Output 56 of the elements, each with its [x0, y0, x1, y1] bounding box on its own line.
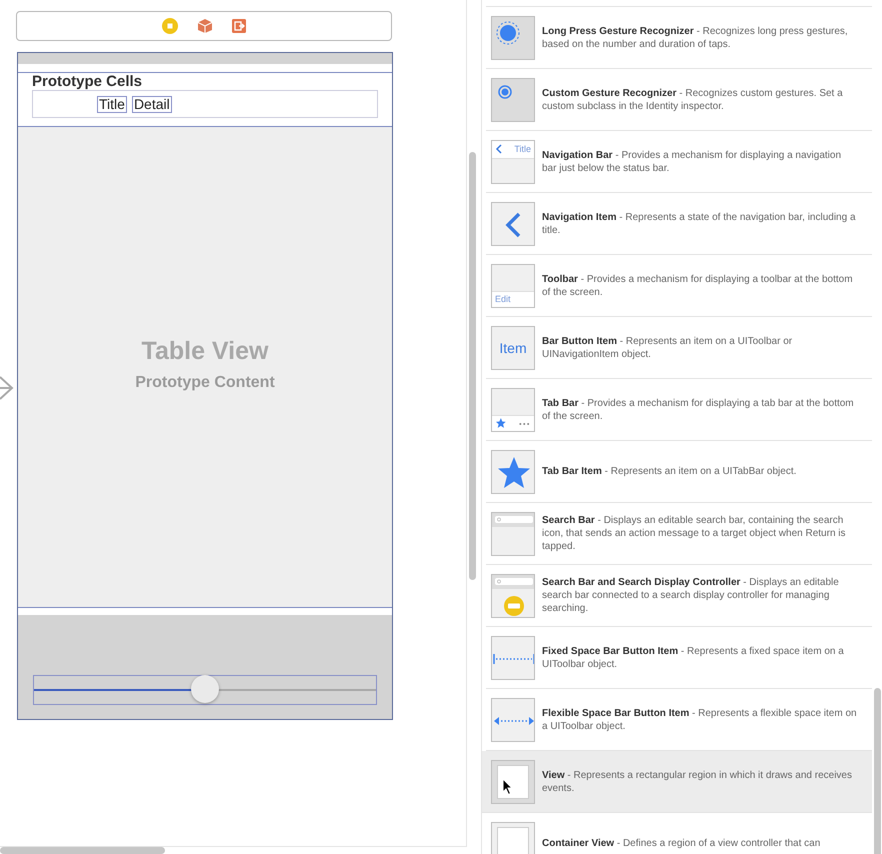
object-description: Fixed Space Bar Button Item - Represents a fixed space item on a UIToolbar object.	[542, 644, 845, 670]
prototype-cell[interactable]: Title Detail	[32, 90, 378, 118]
library-item[interactable]: Item Bar Button Item - Represents an item on a UIToolbar or UINavigationItem object.	[486, 317, 872, 379]
exit-icon[interactable]	[231, 18, 247, 34]
library-item[interactable]: Search Bar and Search Display Controller - Displays an editable search bar connected to a search display controller for managing searching.	[486, 565, 872, 627]
object-description: Container View - Defines a region of a view controller that can	[542, 837, 822, 850]
object-description: Navigation Bar - Provides a mechanism for displaying a navigation bar just below the status bar.	[542, 148, 842, 174]
object-icon	[491, 450, 535, 494]
library-item[interactable]: Navigation Item - Represents a state of the navigation bar, including a title.	[486, 193, 872, 255]
object-description: Search Bar and Search Display Controller - Displays an editable search bar connected to a search display controller for managing searching.	[542, 576, 840, 615]
object-icon	[491, 78, 535, 122]
object-icon: Edit	[491, 264, 535, 308]
library-item[interactable]: View - Represents a rectangular region in which it draws and receives events.	[482, 751, 872, 813]
object-description: Tab Bar - Provides a mechanism for displaying a tab bar at the bottom of the screen.	[542, 396, 855, 422]
section-header: Prototype Cells	[32, 73, 142, 90]
object-icon: Title	[491, 140, 535, 184]
view-controller-icon[interactable]	[161, 17, 179, 35]
cube-icon[interactable]	[197, 18, 213, 34]
object-icon	[491, 698, 535, 742]
object-icon	[491, 202, 535, 246]
cell-detail: Detail	[132, 96, 172, 112]
object-description: Search Bar - Displays an editable search bar, containing the search icon, that sends an action message to a target object when Return is tapped.	[542, 514, 847, 553]
object-description: Flexible Space Bar Button Item - Represents a flexible space item on a UIToolbar object.	[542, 706, 858, 732]
library-item[interactable]: Custom Gesture Recognizer - Recognizes custom gestures. Set a custom subclass in the Identity inspector.	[486, 69, 872, 131]
object-icon	[491, 636, 535, 680]
object-description: View - Represents a rectangular region in which it draws and receives events.	[542, 768, 853, 794]
library-item[interactable]: Title Navigation Bar - Provides a mechanism for displaying a navigation bar just below the status bar.	[486, 131, 872, 193]
object-icon	[491, 16, 535, 60]
object-description: Bar Button Item - Represents an item on a UIToolbar or UINavigationItem object.	[542, 334, 794, 360]
object-icon: Item	[491, 326, 535, 370]
library-item[interactable]: Tab Bar - Provides a mechanism for displaying a tab bar at the bottom of the screen.	[486, 379, 872, 441]
library-item[interactable]: Edit Toolbar - Provides a mechanism for displaying a toolbar at the bottom of the screen.	[486, 255, 872, 317]
placeholder-title: Table View	[142, 336, 268, 366]
scrollbar[interactable]	[0, 847, 165, 854]
slider-thumb[interactable]	[191, 675, 219, 703]
library-item[interactable]: Search Bar - Displays an editable search bar, containing the search icon, that sends an action message to a target object when Return is tapped.	[486, 503, 872, 565]
object-description: Navigation Item - Represents a state of the navigation bar, including a title.	[542, 210, 857, 236]
object-icon	[491, 574, 535, 618]
entry-arrow-icon	[0, 375, 14, 401]
cell-title: Title	[97, 96, 127, 112]
object-icon	[491, 512, 535, 556]
slider[interactable]	[33, 675, 377, 705]
mouse-pointer-icon	[502, 778, 514, 796]
object-description: Custom Gesture Recognizer - Recognizes custom gestures. Set a custom subclass in the Identity inspector.	[542, 86, 844, 112]
scrollbar[interactable]	[469, 152, 476, 580]
object-description: Toolbar - Provides a mechanism for displaying a toolbar at the bottom of the screen.	[542, 272, 854, 298]
object-description: Tab Bar Item - Represents an item on a UITabBar object.	[542, 465, 798, 478]
library-item[interactable]: Long Press Gesture Recognizer - Recognizes long press gestures, based on the number and duration of taps.	[486, 7, 872, 69]
library-item[interactable]: Tab Bar Item - Represents an item on a UITabBar object.	[486, 441, 872, 503]
library-item[interactable]: Fixed Space Bar Button Item - Represents a fixed space item on a UIToolbar object.	[486, 627, 872, 689]
library-item[interactable]: Container View - Defines a region of a view controller that can	[486, 813, 872, 854]
scrollbar[interactable]	[874, 688, 881, 854]
object-icon	[491, 760, 535, 804]
object-description: Long Press Gesture Recognizer - Recognizes long press gestures, based on the number and duration of taps.	[542, 24, 849, 50]
object-icon	[491, 388, 535, 432]
placeholder-subtitle: Prototype Content	[135, 374, 275, 392]
